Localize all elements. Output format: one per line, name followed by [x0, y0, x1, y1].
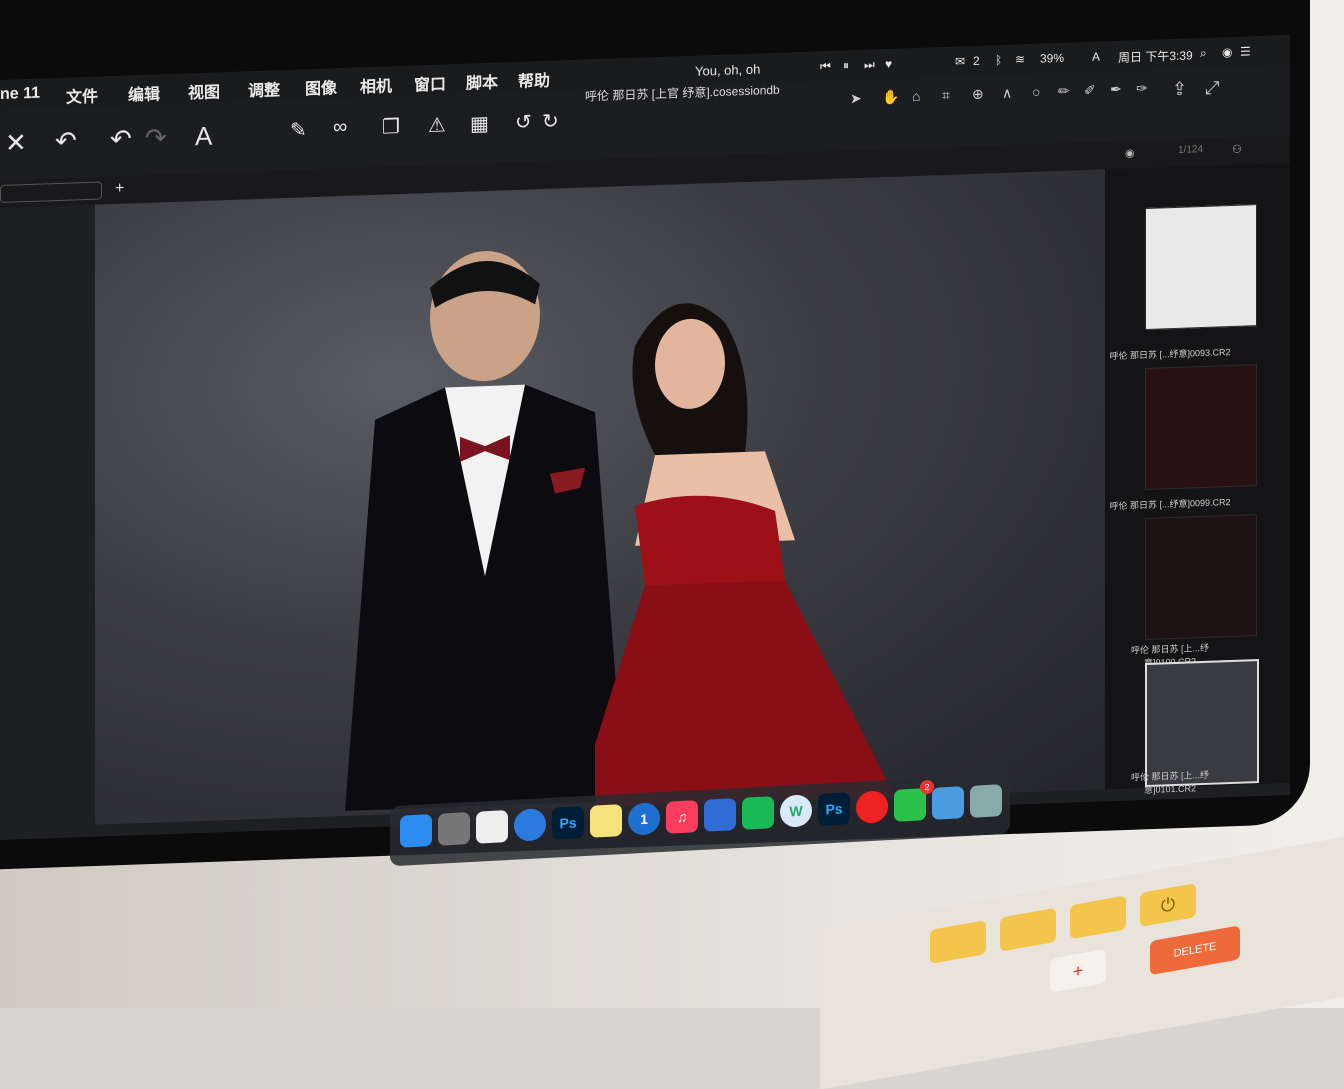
keyboard: ⏻ + DELETE	[820, 830, 1344, 1089]
laptop: ne 11 文件 编辑 视图 调整 图像 相机 窗口 脚本 帮助 You, oh…	[0, 0, 1344, 1089]
stack-icon[interactable]: ❐	[382, 114, 400, 140]
menu-help[interactable]: 帮助	[518, 67, 550, 92]
dock-photoshop-icon[interactable]: Ps	[552, 806, 584, 840]
heart-icon[interactable]: ♥	[885, 57, 892, 71]
bluetooth-icon[interactable]: ᛒ	[995, 53, 1002, 67]
undo-all-icon[interactable]: ↶	[55, 125, 77, 157]
dock-keynote-icon[interactable]	[704, 798, 736, 832]
image-browser: 呼伦 那日苏 [...纾意]0093.CR2 呼伦 那日苏 [...纾意]009…	[1105, 162, 1290, 795]
dock-1password-icon[interactable]: 1	[628, 802, 660, 836]
menu-window[interactable]: 窗口	[414, 70, 446, 95]
thumbnail-1-label: 呼伦 那日苏 [...纾意]0093.CR2	[1109, 347, 1231, 362]
wechat-count: 2	[973, 53, 980, 69]
menu-view[interactable]: 视图	[188, 78, 220, 103]
eye-icon[interactable]: ◉	[1125, 146, 1135, 159]
add-icon[interactable]: +	[115, 180, 124, 198]
edit-icon[interactable]: ✎	[290, 117, 307, 143]
dock-safari-icon[interactable]	[514, 808, 546, 842]
dock-iqiyi-icon[interactable]	[742, 796, 774, 830]
dock-cloud-icon[interactable]	[932, 786, 964, 820]
dock-system-preferences-icon[interactable]	[438, 812, 470, 846]
dock-preview-icon[interactable]	[476, 810, 508, 844]
dock-photoshop-2-icon[interactable]: Ps	[818, 792, 850, 826]
key-blank-1[interactable]	[930, 920, 986, 964]
media-prev-icon[interactable]: ⏮	[820, 59, 831, 74]
picker-tool-icon[interactable]: ✑	[1136, 80, 1148, 97]
thumbnail-4-label: 呼伦 那日苏 [上...纾意]0101.CR2	[1130, 769, 1209, 796]
close-icon[interactable]: ✕	[5, 127, 27, 159]
hand-tool-icon[interactable]: ✋	[882, 89, 899, 107]
key-power[interactable]: ⏻	[1140, 883, 1196, 927]
grid-icon[interactable]: ▦	[470, 111, 489, 137]
key-plus[interactable]: +	[1050, 948, 1106, 993]
brush-tool-icon[interactable]: ✏	[1058, 83, 1070, 100]
spotlight-icon[interactable]: ⌕	[1200, 46, 1207, 61]
wifi-icon[interactable]: ≋	[1015, 52, 1025, 66]
spot-tool-icon[interactable]: ∧	[1002, 85, 1012, 102]
compare-icon[interactable]: ∞	[333, 116, 347, 139]
focus-tool-icon[interactable]: ⌂	[912, 88, 920, 104]
keystone-tool-icon[interactable]: ⊕	[972, 86, 984, 103]
undo-icon[interactable]: ↶	[110, 123, 132, 155]
media-pause-icon[interactable]: ⏸	[843, 58, 849, 73]
dock-word-icon[interactable]: W	[780, 794, 812, 828]
filter-select[interactable]	[0, 181, 102, 203]
thumbnail-3[interactable]	[1145, 514, 1257, 641]
dock-notes-icon[interactable]	[590, 804, 622, 838]
dock-preview-2-icon[interactable]	[970, 784, 1002, 818]
dock-music-icon[interactable]: ♫	[666, 800, 698, 834]
thumbnail-1[interactable]	[1145, 204, 1257, 331]
browser-count: 1/124	[1178, 143, 1204, 156]
input-method[interactable]: A	[1092, 50, 1100, 64]
dock-finder-icon[interactable]	[400, 814, 432, 848]
thumbnail-2[interactable]	[1145, 364, 1257, 491]
export-icon[interactable]: ⇪	[1172, 79, 1187, 101]
now-playing[interactable]: You, oh, oh	[695, 61, 760, 78]
rotate-left-icon[interactable]: ↺	[515, 109, 532, 135]
text-icon[interactable]: A	[195, 121, 212, 153]
media-next-icon[interactable]: ⏭	[864, 57, 875, 72]
eraser-tool-icon[interactable]: ✐	[1084, 82, 1096, 99]
menu-edit[interactable]: 编辑	[128, 80, 160, 105]
menu-camera[interactable]: 相机	[360, 72, 392, 97]
person-icon[interactable]: ⚇	[1232, 143, 1242, 156]
clock[interactable]: 周日 下午3:39	[1118, 46, 1193, 66]
key-delete[interactable]: DELETE	[1150, 925, 1240, 976]
rotate-right-icon[interactable]: ↻	[542, 108, 559, 134]
dock-wechat-icon[interactable]	[894, 788, 926, 822]
key-blank-2[interactable]	[1000, 907, 1056, 952]
siri-icon[interactable]: ◉	[1222, 45, 1232, 59]
menu-script[interactable]: 脚本	[466, 69, 498, 94]
warning-icon[interactable]: ⚠	[428, 112, 446, 138]
crop-tool-icon[interactable]: ⌗	[942, 87, 950, 104]
gradient-tool-icon[interactable]: ✒	[1110, 81, 1122, 98]
key-blank-3[interactable]	[1070, 895, 1126, 940]
wechat-icon[interactable]: ✉	[955, 54, 965, 68]
fullscreen-icon[interactable]: ⤢	[1205, 77, 1219, 99]
menu-adjust[interactable]: 调整	[248, 76, 280, 101]
app-menu[interactable]: ne 11	[0, 85, 40, 104]
photo-groom	[345, 251, 625, 811]
dock-netease-music-icon[interactable]	[856, 790, 888, 824]
photo-viewer[interactable]	[95, 169, 1105, 825]
redo-icon[interactable]: ↷	[145, 122, 167, 154]
screen: ne 11 文件 编辑 视图 调整 图像 相机 窗口 脚本 帮助 You, oh…	[0, 34, 1290, 840]
battery-percent[interactable]: 39%	[1040, 51, 1064, 66]
menu-image[interactable]: 图像	[305, 74, 337, 99]
control-center-icon[interactable]: ☰	[1240, 44, 1251, 58]
circle-tool-icon[interactable]: ○	[1032, 84, 1040, 100]
photo-bride	[595, 303, 895, 808]
menu-file[interactable]: 文件	[66, 83, 98, 108]
cursor-tool-icon[interactable]: ➤	[850, 90, 862, 107]
thumbnail-2-label: 呼伦 那日苏 [...纾意]0099.CR2	[1109, 497, 1231, 512]
